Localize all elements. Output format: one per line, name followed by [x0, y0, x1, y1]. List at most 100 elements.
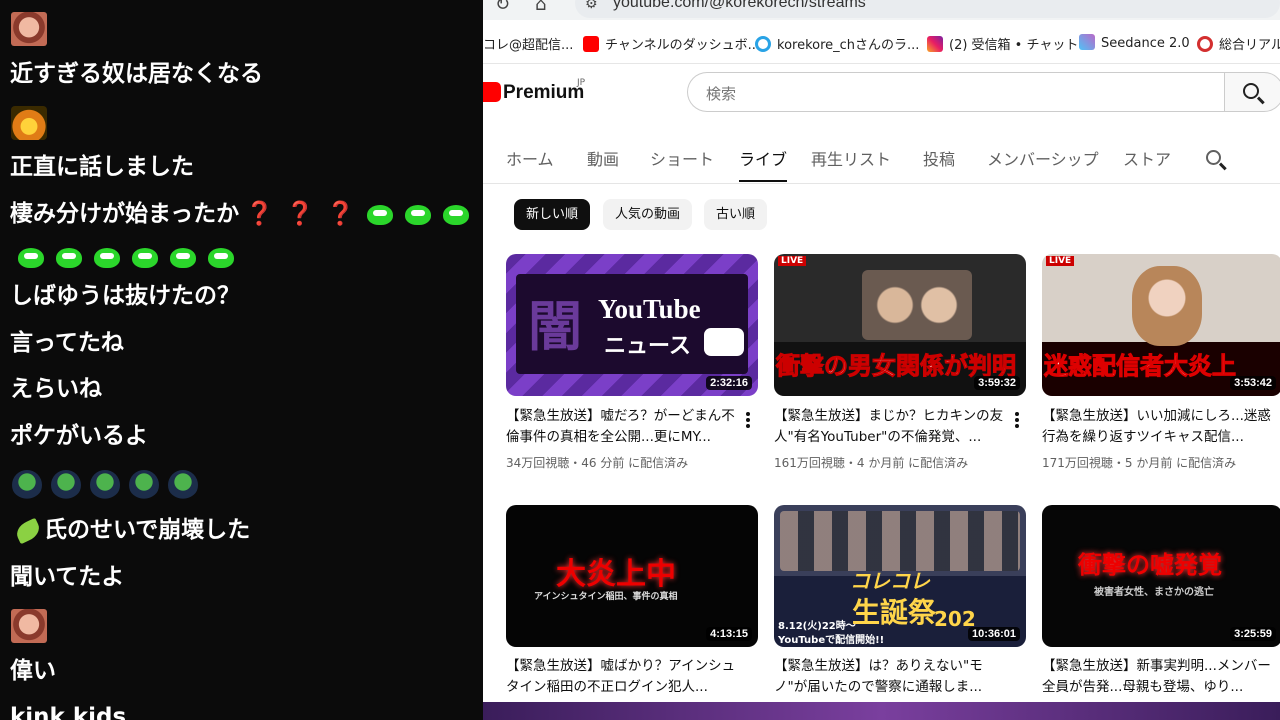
pepe-emote-icon: [405, 204, 432, 225]
bookmarks-bar: コレ@超配信... チャンネルのダッシュボ... korekore_chさんのラ…: [483, 20, 1280, 64]
chat-message-text: 氏のせいで崩壊した: [44, 517, 251, 543]
video-thumbnail[interactable]: 衝撃の嘘発覚 被害者女性、まさかの逃亡 3:25:59: [1042, 505, 1280, 647]
video-title[interactable]: 【緊急生放送】嘘ばかり？アインシュタイン稲田の不正ログイン犯人...: [506, 656, 738, 698]
thumbnail-text: YouTubeで配信開始!!: [778, 635, 885, 646]
headset-icon: [755, 36, 771, 52]
pepe-emote-icon: [132, 247, 158, 268]
emote-row: [12, 243, 240, 271]
thumbnail-people: [862, 270, 972, 340]
chip-oldest[interactable]: 古い順: [704, 199, 768, 230]
ninja-pepe-emote-icon: [168, 470, 198, 500]
live-badge: LIVE: [778, 256, 807, 266]
lime-emoji-icon: [13, 517, 43, 544]
youtube-logo-icon[interactable]: [483, 82, 501, 102]
more-options-icon[interactable]: [1015, 412, 1019, 428]
tab-playlists[interactable]: 再生リスト: [811, 146, 891, 170]
chip-popular[interactable]: 人気の動画: [603, 199, 693, 230]
search-icon: [1243, 83, 1259, 99]
chat-message-with-emotes: 棲み分けが始まったか ❓ ❓ ❓: [10, 200, 475, 228]
pepe-emote-icon: [56, 247, 82, 268]
reload-icon[interactable]: ↻: [495, 0, 510, 15]
tab-posts[interactable]: 投稿: [923, 146, 955, 170]
site-settings-icon[interactable]: ⚙: [585, 0, 598, 12]
overlay-decoration: [483, 702, 1280, 720]
seedance-icon: [1079, 34, 1095, 50]
thumbnail-text: 迷惑配信者大炎上: [1044, 352, 1237, 381]
active-tab-indicator: [739, 180, 787, 182]
thumbnail-person: [1132, 266, 1202, 346]
thumbnail-text: 闇: [528, 294, 582, 358]
live-badge: LIVE: [1046, 256, 1075, 266]
thumbnail-text: 大炎上中: [556, 557, 676, 592]
video-thumbnail[interactable]: コレコレ 生誕祭 202 8.12(火)22時〜 YouTubeで配信開始!! …: [774, 505, 1026, 647]
chat-message: 正直に話しました: [10, 154, 194, 180]
search-placeholder: 検索: [706, 85, 737, 103]
play-icon: [704, 328, 744, 356]
pepe-emote-icon: [18, 247, 44, 268]
bookmark-item[interactable]: チャンネルのダッシュボ...: [583, 34, 760, 53]
tab-videos[interactable]: 動画: [587, 146, 619, 170]
question-mark-emoji: ❓: [326, 201, 356, 227]
video-title[interactable]: 【緊急生放送】新事実判明...メンバー全員が告発...母親も登場、ゆり...: [1042, 656, 1272, 698]
chat-message: 近すぎる奴は居なくなる: [10, 61, 263, 87]
thumbnail-text: YouTube: [598, 294, 701, 324]
pepe-emote-icon: [94, 247, 120, 268]
chat-message: ポケがいるよ: [10, 423, 148, 449]
bookmark-item[interactable]: korekore_chさんのラ...: [755, 34, 919, 53]
video-thumbnail[interactable]: LIVE 衝撃の男女関係が判明 3:59:32: [774, 254, 1026, 396]
thumbnail-text: 被害者女性、まさかの逃亡: [1094, 587, 1214, 598]
video-title[interactable]: 【緊急生放送】嘘だろ？がーどまん不倫事件の真相を全公開...更にMY...: [506, 406, 738, 448]
chat-panel: 近すぎる奴は居なくなる 正直に話しました 棲み分けが始まったか ❓ ❓ ❓ しばゆうは…: [0, 0, 483, 720]
chat-message: 偉い: [10, 658, 56, 684]
tab-live[interactable]: ライブ: [739, 146, 787, 170]
pepe-emote-icon: [208, 247, 234, 268]
video-thumbnail[interactable]: 大炎上中 アインシュタイン稲田、事件の真相 4:13:15: [506, 505, 758, 647]
chat-message: えらいね: [10, 376, 102, 402]
tab-home[interactable]: ホーム: [506, 146, 554, 170]
more-options-icon[interactable]: [746, 412, 750, 428]
user-avatar: [11, 609, 47, 643]
ninja-pepe-emote-icon: [129, 470, 159, 500]
thumbnail-text: 8.12(火)22時〜: [778, 621, 856, 632]
chip-newest[interactable]: 新しい順: [514, 199, 591, 230]
tab-shorts[interactable]: ショート: [650, 146, 714, 170]
video-title[interactable]: 【緊急生放送】は？ありえない"モノ"が届いたので警察に通報しま...: [774, 656, 1006, 698]
bookmark-item[interactable]: Seedance 2.0: [1079, 34, 1190, 51]
bookmark-item[interactable]: コレ@超配信...: [483, 34, 573, 53]
tab-membership[interactable]: メンバーシップ: [987, 146, 1099, 170]
pepe-emote-icon: [443, 204, 470, 225]
site-icon: [1197, 36, 1213, 52]
bookmark-item[interactable]: (2) 受信箱 • チャット: [927, 34, 1078, 53]
video-meta: 34万回視聴・46 分前 に配信済み: [506, 456, 689, 470]
bookmark-item[interactable]: 総合リアル: [1197, 34, 1280, 53]
video-thumbnail[interactable]: LIVE 迷惑配信者大炎上 3:53:42: [1042, 254, 1280, 396]
search-button[interactable]: [1224, 72, 1280, 112]
search-input[interactable]: 検索: [687, 72, 1225, 112]
chat-message-with-emote: 氏のせいで崩壊した: [13, 516, 251, 544]
instagram-icon: [927, 36, 943, 52]
user-avatar: [11, 12, 47, 46]
channel-search-icon[interactable]: [1206, 150, 1221, 165]
address-bar: ↻ ⌂ ⚙ youtube.com/@korekorech/streams: [483, 0, 1280, 20]
thumbnail-text: 生誕祭: [852, 596, 937, 629]
home-icon[interactable]: ⌂: [535, 0, 546, 15]
ninja-pepe-emote-icon: [12, 470, 42, 500]
video-meta: 161万回視聴・4 か月前 に配信済み: [774, 456, 969, 470]
thumbnail-text: コレコレ: [850, 569, 930, 593]
chat-message-text: 棲み分けが始まったか: [10, 201, 240, 227]
thumbnail-group-photo: [780, 511, 1020, 571]
video-duration: 3:59:32: [974, 376, 1020, 390]
ninja-pepe-emote-icon: [90, 470, 120, 500]
video-duration: 10:36:01: [967, 627, 1020, 641]
youtube-brand[interactable]: Premium: [503, 82, 584, 104]
video-title[interactable]: 【緊急生放送】まじか？ヒカキンの友人"有名YouTuber"の不倫発覚、...: [774, 406, 1006, 448]
browser-window: ↻ ⌂ ⚙ youtube.com/@korekorech/streams コレ…: [483, 0, 1280, 720]
user-avatar: [11, 106, 47, 140]
video-duration: 3:25:59: [1230, 627, 1276, 641]
region-label: JP: [577, 78, 586, 88]
tab-store[interactable]: ストア: [1123, 146, 1171, 170]
video-thumbnail[interactable]: 闇 YouTube ニュース 2:32:16: [506, 254, 758, 396]
question-mark-emoji: ❓: [245, 201, 274, 227]
chat-message: 言ってたね: [10, 330, 124, 356]
video-title[interactable]: 【緊急生放送】いい加減にしろ...迷惑行為を繰り返すツイキャス配信...: [1042, 406, 1272, 448]
